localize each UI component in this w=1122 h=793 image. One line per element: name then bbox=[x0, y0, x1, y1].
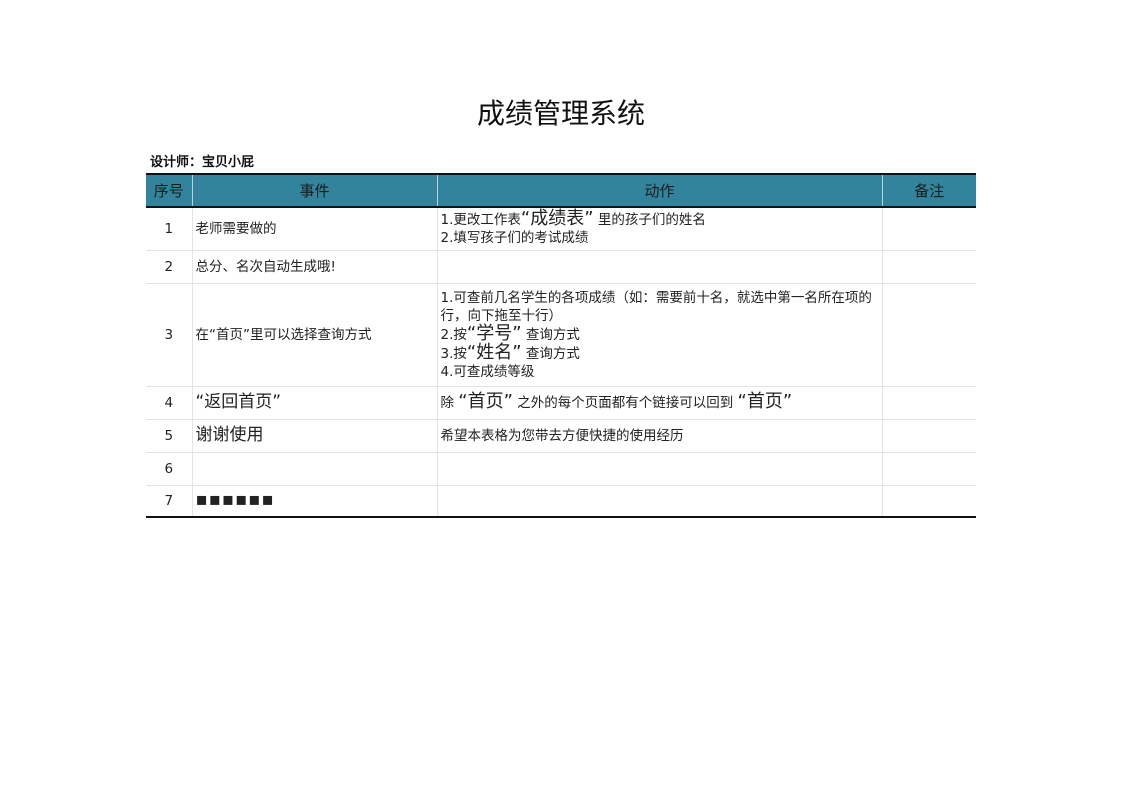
action-text: 里的孩子们的姓名 bbox=[597, 212, 706, 229]
row-note[interactable] bbox=[881, 386, 976, 420]
action-line: 3.按“姓名” 查询方式 bbox=[440, 341, 879, 363]
table-row: 3 在“首页”里可以选择查询方式 1.可查前几名学生的各项成绩（如：需要前十名，… bbox=[146, 283, 976, 387]
row-event[interactable]: ▪▪▪▪▪▪ bbox=[191, 485, 438, 518]
row-note[interactable] bbox=[881, 250, 976, 284]
row-action[interactable]: 希望本表格为您带去方便快捷的使用经历 bbox=[436, 419, 883, 453]
row-action[interactable] bbox=[436, 250, 883, 284]
table-row: 6 bbox=[146, 452, 976, 486]
row-event[interactable]: “返回首页” bbox=[191, 386, 438, 420]
action-text: 2.按 bbox=[440, 326, 467, 343]
row-event[interactable] bbox=[191, 452, 438, 486]
row-action[interactable] bbox=[436, 452, 883, 486]
row-note[interactable] bbox=[881, 452, 976, 486]
row-event[interactable]: 谢谢使用 bbox=[191, 419, 438, 453]
page-title: 成绩管理系统 bbox=[476, 97, 645, 130]
row-note[interactable] bbox=[881, 419, 976, 453]
action-emphasis: “成绩表” bbox=[520, 208, 594, 230]
table-row: 4 “返回首页” 除 “首页” 之外的每个页面都有个链接可以回到 “首页” bbox=[146, 386, 976, 420]
event-emphasis: 谢谢使用 bbox=[195, 425, 264, 445]
table-row: 2 总分、名次自动生成哦! bbox=[146, 250, 976, 284]
table-row: 1 老师需要做的 1.更改工作表“成绩表” 里的孩子们的姓名 2.填写孩子们的考… bbox=[146, 207, 976, 251]
row-note[interactable] bbox=[881, 283, 976, 387]
instructions-table: 序号 事件 动作 备注 1 老师需要做的 1.更改工作表“成绩表” 里的孩子们的… bbox=[146, 173, 976, 518]
table-row: 7 ▪▪▪▪▪▪ bbox=[146, 485, 976, 518]
action-text: 除 bbox=[440, 395, 455, 411]
row-event[interactable]: 老师需要做的 bbox=[191, 207, 438, 251]
action-line: 2.填写孩子们的考试成绩 bbox=[440, 230, 589, 247]
action-text: 查询方式 bbox=[525, 326, 580, 343]
action-text: 1.更改工作表 bbox=[440, 212, 521, 229]
action-text: 之外的每个页面都有个链接可以回到 bbox=[517, 395, 734, 411]
row-index[interactable]: 5 bbox=[146, 419, 193, 453]
row-index[interactable]: 7 bbox=[146, 485, 193, 518]
row-index[interactable]: 1 bbox=[146, 207, 193, 251]
designer-label: 设计师：宝贝小屁 bbox=[150, 155, 255, 170]
action-line: 4.可查成绩等级 bbox=[440, 363, 535, 380]
row-index[interactable]: 6 bbox=[146, 452, 193, 486]
table-row: 5 谢谢使用 希望本表格为您带去方便快捷的使用经历 bbox=[146, 419, 976, 453]
action-emphasis: “首页” bbox=[737, 391, 793, 412]
action-emphasis: “学号” bbox=[466, 322, 522, 344]
header-note: 备注 bbox=[881, 173, 976, 208]
table-header-row: 序号 事件 动作 备注 bbox=[146, 173, 976, 208]
row-action[interactable]: 1.更改工作表“成绩表” 里的孩子们的姓名 2.填写孩子们的考试成绩 bbox=[436, 207, 883, 251]
row-event[interactable]: 总分、名次自动生成哦! bbox=[191, 250, 438, 284]
event-emphasis: “返回首页” bbox=[195, 392, 282, 412]
row-index[interactable]: 3 bbox=[146, 283, 193, 387]
row-action[interactable] bbox=[436, 485, 883, 518]
action-line: 1.更改工作表“成绩表” 里的孩子们的姓名 bbox=[441, 210, 879, 229]
row-index[interactable]: 4 bbox=[146, 386, 193, 420]
header-action: 动作 bbox=[436, 173, 883, 208]
row-note[interactable] bbox=[881, 485, 976, 518]
header-event: 事件 bbox=[191, 173, 438, 208]
row-note[interactable] bbox=[881, 207, 976, 251]
action-emphasis: “首页” bbox=[458, 391, 513, 412]
header-index: 序号 bbox=[146, 173, 193, 208]
action-text: 查询方式 bbox=[525, 345, 580, 362]
row-event[interactable]: 在“首页”里可以选择查询方式 bbox=[191, 283, 438, 387]
row-action[interactable]: 1.可查前几名学生的各项成绩（如：需要前十名，就选中第一名所在项的行，向下拖至十… bbox=[436, 283, 883, 387]
row-index[interactable]: 2 bbox=[146, 250, 193, 284]
row-action[interactable]: 除 “首页” 之外的每个页面都有个链接可以回到 “首页” bbox=[436, 386, 883, 420]
ellipsis-marks: ▪▪▪▪▪▪ bbox=[195, 489, 275, 511]
action-text: 3.按 bbox=[440, 345, 467, 362]
action-line: 1.可查前几名学生的各项成绩（如：需要前十名，就选中第一名所在项的行，向下拖至十… bbox=[440, 289, 872, 324]
action-emphasis: “姓名” bbox=[466, 341, 522, 363]
